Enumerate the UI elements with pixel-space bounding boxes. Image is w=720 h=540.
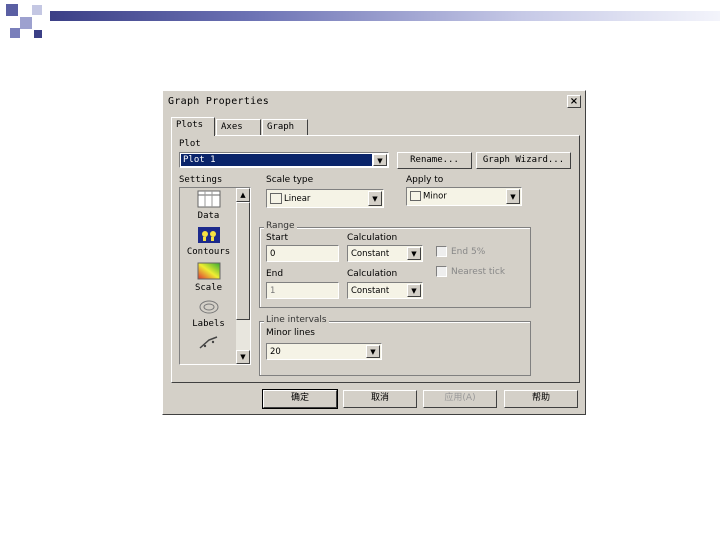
slide-decoration-square xyxy=(34,30,42,38)
tab-axes[interactable]: Axes xyxy=(216,119,261,135)
minor-lines-label: Minor lines xyxy=(266,328,315,338)
slide-decoration-square xyxy=(32,5,42,15)
scale-type-select[interactable]: Linear ▼ xyxy=(266,189,384,208)
slide-decoration-square xyxy=(10,28,20,38)
plot-select-value: Plot 1 xyxy=(181,154,372,166)
line-intervals-group-label: Line intervals xyxy=(264,315,329,325)
scale-type-label: Scale type xyxy=(266,175,314,185)
dialog-title: Graph Properties xyxy=(168,96,270,107)
slide-header-bar xyxy=(50,11,720,21)
end-field[interactable]: 1 xyxy=(266,282,339,299)
settings-list[interactable]: Data Contours Scale Labels ▲ ▼ xyxy=(179,187,251,365)
plot-label: Plot xyxy=(179,139,201,149)
apply-button[interactable]: 应用(A) xyxy=(423,390,497,408)
list-item-label: Contours xyxy=(186,247,231,257)
start-calculation-value: Constant xyxy=(351,249,390,259)
start-field[interactable]: 0 xyxy=(266,245,339,262)
slide-decoration-square xyxy=(6,4,18,16)
end-calculation-select[interactable]: Constant ▼ xyxy=(347,282,423,299)
end-value: 1 xyxy=(270,286,276,296)
apply-to-dropdown-arrow-icon[interactable]: ▼ xyxy=(506,189,520,204)
list-item-label: Data xyxy=(197,211,220,221)
linear-scale-icon xyxy=(270,193,282,204)
rename-button[interactable]: Rename... xyxy=(397,152,472,169)
range-group-label: Range xyxy=(264,221,297,231)
end-calculation-label: Calculation xyxy=(347,269,398,279)
scroll-down-icon[interactable]: ▼ xyxy=(236,350,250,364)
apply-to-label: Apply to xyxy=(406,175,444,185)
list-item-labels[interactable]: Labels xyxy=(180,298,237,329)
minor-lines-value: 20 xyxy=(270,347,281,357)
tab-plots-label: Plots xyxy=(176,120,204,130)
end-calculation-value: Constant xyxy=(351,286,390,296)
contours-icon xyxy=(197,227,220,243)
graph-wizard-button[interactable]: Graph Wizard... xyxy=(476,152,571,169)
plot-select[interactable]: Plot 1 ▼ xyxy=(179,152,389,168)
scroll-up-icon[interactable]: ▲ xyxy=(236,188,250,202)
apply-to-value: Minor xyxy=(423,191,447,202)
scale-icon xyxy=(197,262,220,280)
start-calculation-select[interactable]: Constant ▼ xyxy=(347,245,423,262)
start-label: Start xyxy=(266,233,288,243)
brush-icon xyxy=(199,336,217,349)
start-value: 0 xyxy=(270,249,276,259)
tab-graph[interactable]: Graph xyxy=(262,119,308,135)
scroll-thumb[interactable] xyxy=(236,202,250,320)
list-item-partial[interactable] xyxy=(180,334,237,355)
end5-checkbox[interactable] xyxy=(436,246,447,257)
scale-type-dropdown-arrow-icon[interactable]: ▼ xyxy=(368,191,382,206)
list-item-scale[interactable]: Scale xyxy=(180,262,237,293)
settings-scrollbar[interactable]: ▲ ▼ xyxy=(236,188,250,364)
tab-plots[interactable]: Plots xyxy=(171,117,215,136)
minor-lines-select[interactable]: 20 ▼ xyxy=(266,343,382,360)
start-calc-dropdown-arrow-icon[interactable]: ▼ xyxy=(407,247,421,260)
ok-button[interactable]: 确定 xyxy=(262,389,338,409)
list-item-data[interactable]: Data xyxy=(180,190,237,221)
tab-graph-label: Graph xyxy=(267,122,295,132)
list-item-contours[interactable]: Contours xyxy=(180,226,237,257)
title-bar: Graph Properties × xyxy=(164,92,585,112)
nearest-tick-label: Nearest tick xyxy=(451,267,506,277)
plot-dropdown-arrow-icon[interactable]: ▼ xyxy=(373,154,387,166)
start-calculation-label: Calculation xyxy=(347,233,398,243)
settings-label: Settings xyxy=(179,175,223,185)
scale-type-value: Linear xyxy=(284,194,311,204)
minor-lines-dropdown-arrow-icon[interactable]: ▼ xyxy=(366,345,380,358)
slide-decoration-square xyxy=(20,17,32,29)
labels-icon xyxy=(199,300,218,314)
list-item-label: Scale xyxy=(194,283,223,293)
data-icon xyxy=(197,190,220,208)
nearest-tick-checkbox[interactable] xyxy=(436,266,447,277)
cancel-button[interactable]: 取消 xyxy=(343,390,417,408)
help-button[interactable]: 帮助 xyxy=(504,390,578,408)
end-calc-dropdown-arrow-icon[interactable]: ▼ xyxy=(407,284,421,297)
close-icon: × xyxy=(569,96,579,107)
list-item-label: Labels xyxy=(192,319,225,329)
tab-axes-label: Axes xyxy=(221,122,243,132)
minor-grid-icon xyxy=(410,191,421,201)
end5-label: End 5% xyxy=(451,247,486,257)
end-label: End xyxy=(266,269,284,279)
graph-properties-dialog: Graph Properties × Plots Axes Graph Plot… xyxy=(162,90,586,415)
close-button[interactable]: × xyxy=(567,95,581,108)
apply-to-select[interactable]: Minor ▼ xyxy=(406,187,522,206)
